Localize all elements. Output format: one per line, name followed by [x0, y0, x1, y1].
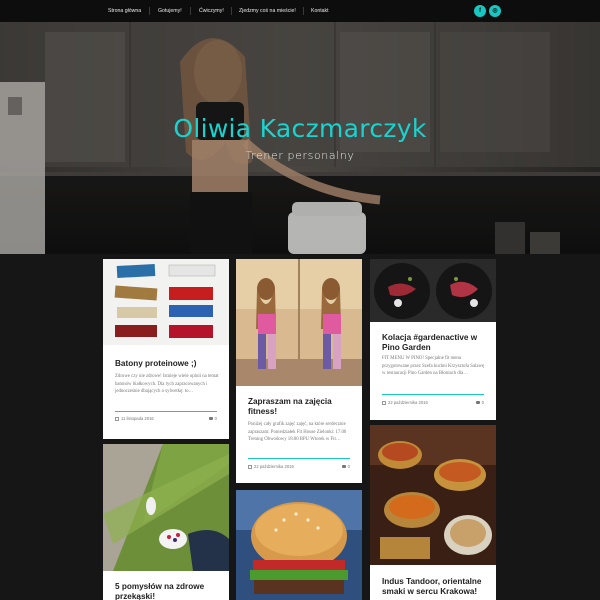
post-divider [382, 394, 484, 395]
site-subtitle: Trener personalny [245, 149, 355, 162]
post-comments[interactable]: 0 [476, 400, 484, 405]
post-thumbnail[interactable] [103, 444, 229, 571]
indian-food-photo [370, 425, 496, 565]
post-date-text: 22 października 2016 [254, 464, 294, 469]
post-thumbnail[interactable] [236, 490, 362, 600]
post-excerpt: FIT MENU W PINO! Specjalne fit menu przy… [382, 356, 485, 377]
post-card[interactable]: 5 pomysłów na zdrowe przekąski! [103, 444, 229, 600]
post-excerpt: Poniżej cały grafik zajęć zajęć, na któr… [248, 422, 347, 443]
post-card[interactable]: Batony proteinowe ;) Zdrowe czy nie zdro… [103, 259, 229, 439]
post-title[interactable]: Kolacja #gardenactive w Pino Garden [382, 333, 486, 353]
top-navigation: Strona główna Gotujemy! Ćwiczymy! Zjedzm… [0, 0, 600, 22]
post-date: 22 października 2016 [382, 400, 428, 405]
post-date: 11 listopada 2016 [115, 416, 154, 421]
post-date-text: 11 listopada 2016 [121, 416, 154, 421]
instagram-icon[interactable]: ◎ [489, 5, 501, 17]
comment-count: 0 [214, 416, 217, 421]
post-title[interactable]: Batony proteinowe ;) [115, 359, 219, 369]
nav-divider [231, 7, 232, 15]
comment-count: 0 [481, 400, 484, 405]
post-date-text: 22 października 2016 [388, 400, 428, 405]
nav-item-exercise[interactable]: Ćwiczymy! [199, 0, 224, 22]
nav-divider [303, 7, 304, 15]
nav-item-eat-out[interactable]: Zjedzmy coś na mieście! [239, 0, 296, 22]
post-date: 22 października 2016 [248, 464, 294, 469]
post-thumbnail[interactable] [370, 425, 496, 565]
post-comments[interactable]: 0 [209, 416, 217, 421]
post-card[interactable]: Kolacja #gardenactive w Pino Garden FIT … [370, 259, 496, 420]
post-thumbnail[interactable] [236, 259, 362, 386]
fitness-mirror-photo [236, 259, 362, 386]
hero-banner: Oliwia Kaczmarczyk Trener personalny [0, 22, 600, 254]
nav-divider [149, 7, 150, 15]
burger-photo [236, 490, 362, 600]
protein-bars-photo [103, 259, 229, 345]
nav-item-contact[interactable]: Kontakt [311, 0, 329, 22]
nav-divider [190, 7, 191, 15]
post-divider [115, 411, 217, 412]
calendar-icon [382, 400, 386, 405]
comment-icon [476, 400, 481, 405]
nav-item-home[interactable]: Strona główna [108, 0, 141, 22]
post-card[interactable]: Zapraszam na zajęcia fitness! Poniżej ca… [236, 259, 362, 483]
post-card[interactable] [236, 490, 362, 600]
post-title[interactable]: Indus Tandoor, orientalne smaki w sercu … [382, 577, 486, 597]
post-thumbnail[interactable] [103, 259, 229, 345]
nav-item-cooking[interactable]: Gotujemy! [158, 0, 182, 22]
post-title[interactable]: 5 pomysłów na zdrowe przekąski! [115, 582, 219, 600]
post-card[interactable]: Indus Tandoor, orientalne smaki w sercu … [370, 425, 496, 600]
facebook-icon[interactable]: f [474, 5, 486, 17]
post-excerpt: Zdrowe czy nie zdrowe! Istnieje wiele op… [115, 374, 219, 395]
post-title[interactable]: Zapraszam na zajęcia fitness! [248, 397, 352, 417]
post-comments[interactable]: 0 [342, 464, 350, 469]
snack-on-grass-photo [103, 444, 229, 571]
post-divider [248, 458, 350, 459]
post-thumbnail[interactable] [370, 259, 496, 322]
plated-dinner-photo [370, 259, 496, 322]
comment-count: 0 [347, 464, 350, 469]
comment-icon [342, 464, 347, 469]
calendar-icon [115, 416, 119, 421]
calendar-icon [248, 464, 252, 469]
comment-icon [209, 416, 214, 421]
site-title[interactable]: Oliwia Kaczmarczyk [0, 114, 600, 143]
